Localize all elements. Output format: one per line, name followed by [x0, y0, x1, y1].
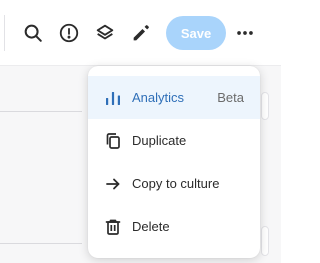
menu-item-label: Analytics: [132, 90, 185, 105]
menu-item-delete[interactable]: Delete: [88, 205, 260, 248]
trash-icon: [104, 218, 122, 236]
search-icon: [24, 24, 42, 42]
content-divider: [0, 243, 82, 244]
content-edge: [261, 92, 269, 120]
content-divider: [0, 111, 82, 112]
alert-circle-icon: [59, 23, 79, 43]
beta-badge: Beta: [217, 90, 244, 105]
page: Save Analytics Beta Duplicate Copy to cu…: [0, 0, 281, 263]
edit-button[interactable]: [128, 20, 154, 46]
content-edge: [261, 226, 269, 256]
menu-item-label: Copy to culture: [132, 176, 220, 191]
menu-item-analytics[interactable]: Analytics Beta: [88, 76, 260, 119]
pencil-icon: [133, 25, 149, 41]
save-button[interactable]: Save: [166, 16, 226, 50]
toolbar-divider: [4, 15, 5, 51]
layers-icon: [96, 24, 114, 40]
more-button[interactable]: [232, 20, 258, 46]
menu-item-duplicate[interactable]: Duplicate: [88, 119, 260, 162]
bar-chart-icon: [104, 89, 122, 107]
menu-item-copy-to-culture[interactable]: Copy to culture: [88, 162, 260, 205]
actions-menu: Analytics Beta Duplicate Copy to culture: [88, 66, 260, 258]
alert-button[interactable]: [56, 20, 82, 46]
arrow-right-icon: [104, 175, 122, 193]
menu-item-label: Duplicate: [132, 133, 187, 148]
more-horizontal-icon: [237, 31, 253, 35]
toolbar: Save: [0, 0, 281, 66]
layers-button[interactable]: [92, 20, 118, 46]
duplicate-icon: [104, 132, 122, 150]
menu-item-label: Delete: [132, 219, 170, 234]
search-button[interactable]: [20, 20, 46, 46]
